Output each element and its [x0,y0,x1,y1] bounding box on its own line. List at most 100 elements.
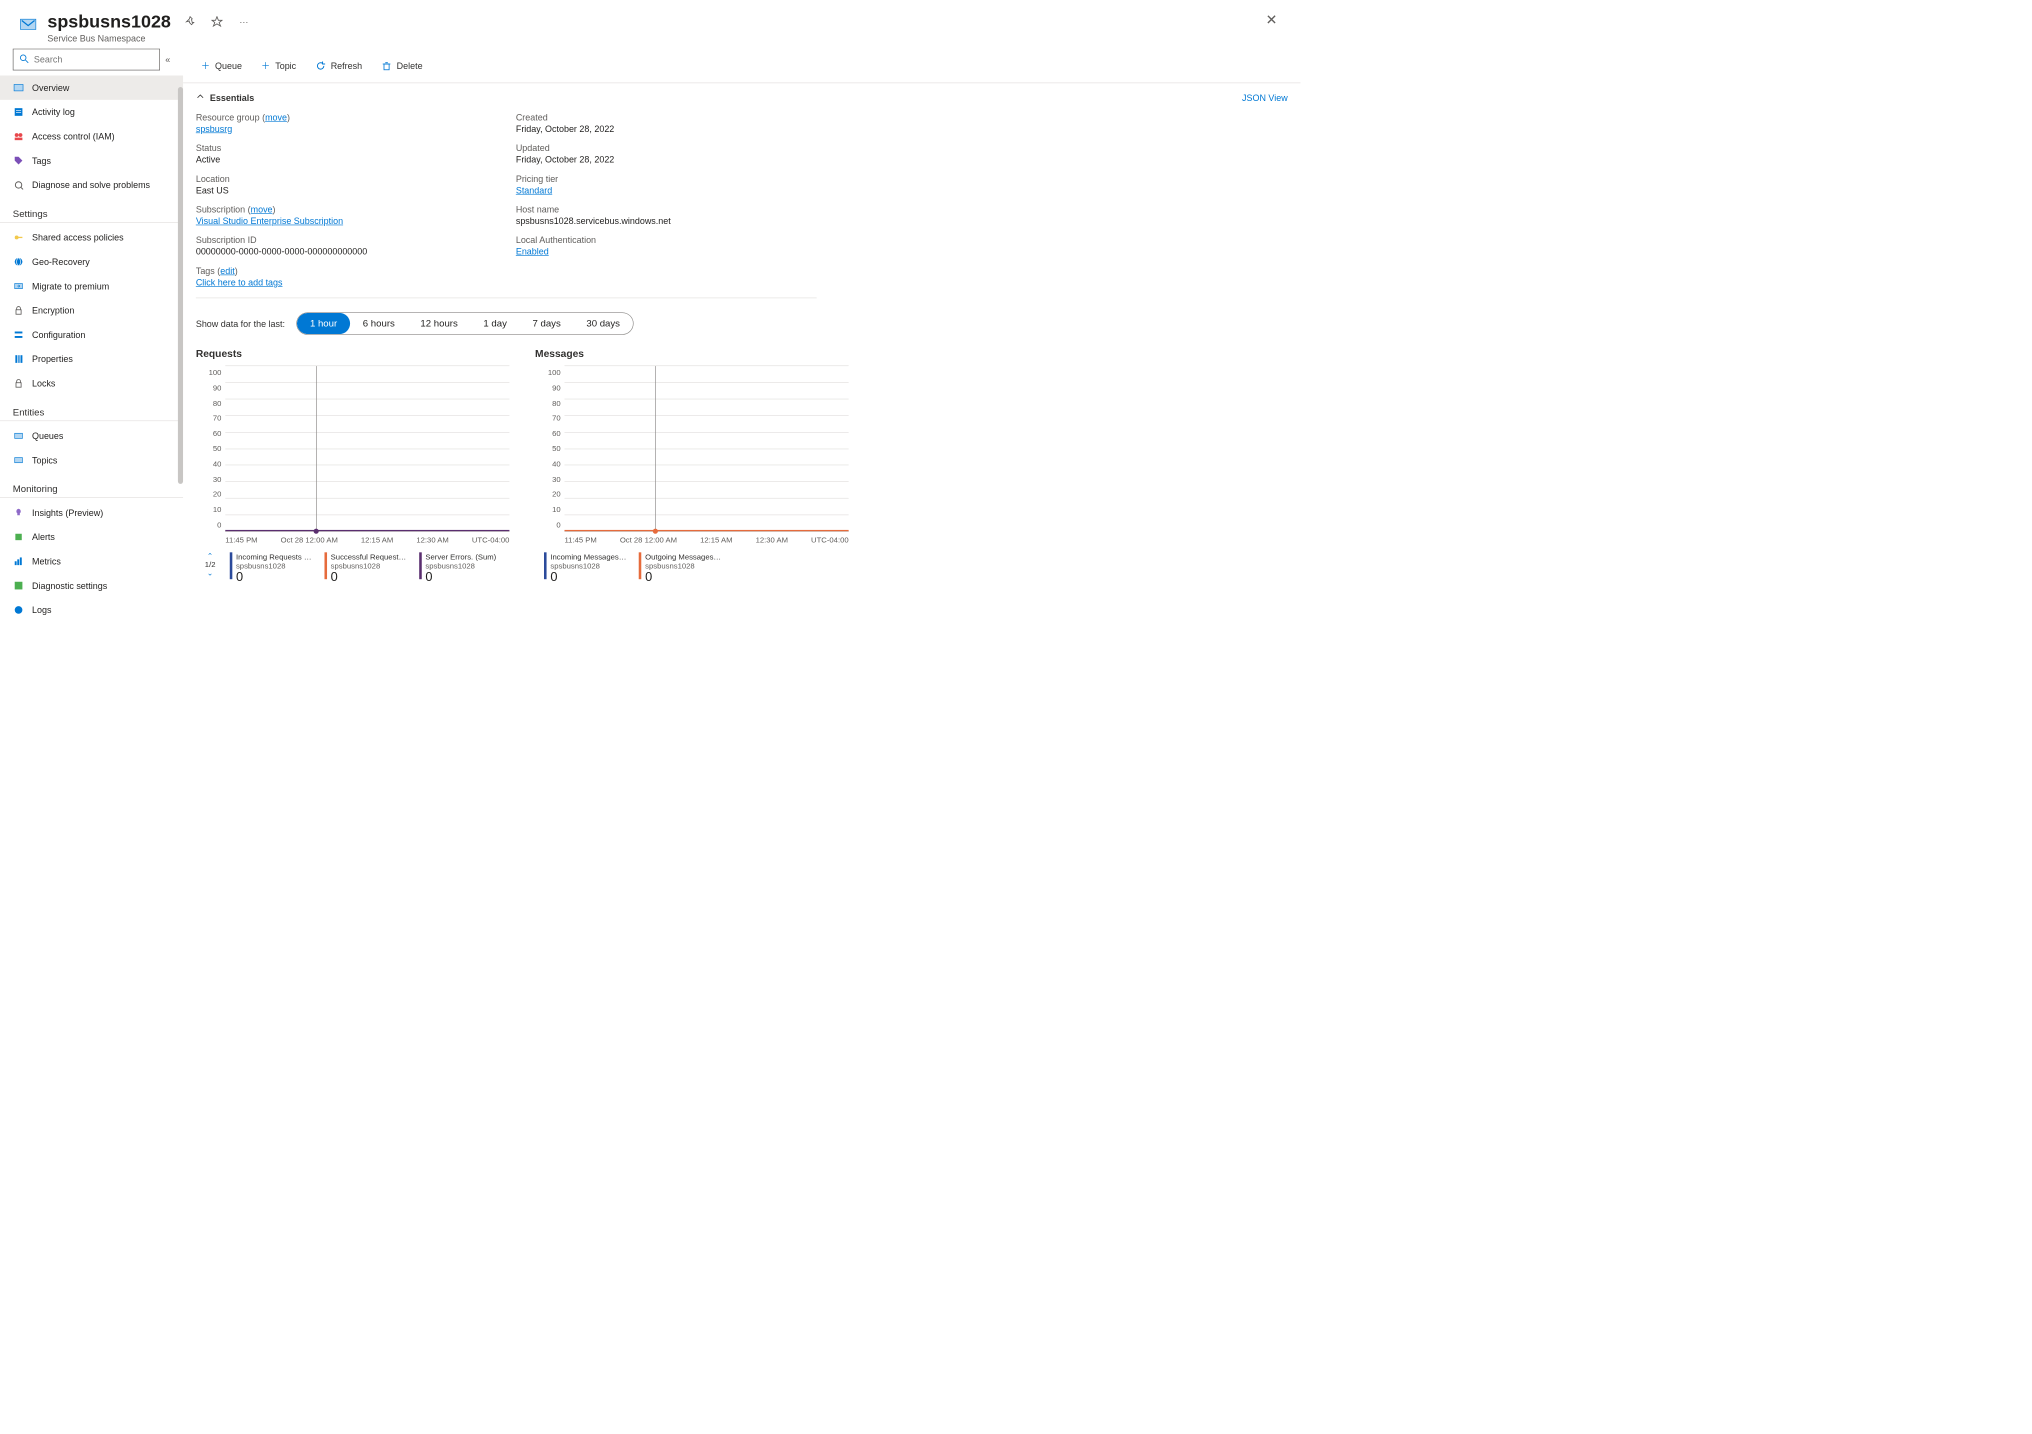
sidebar-item-label: Encryption [32,305,74,315]
topic-button[interactable]: ＋Topic [253,55,303,75]
sidebar-item-diagnose-and-solve-problems[interactable]: Diagnose and solve problems [0,173,183,197]
y-tick: 30 [552,475,561,484]
time-option-12-hours[interactable]: 12 hours [408,313,471,334]
legend-color-bar [230,552,233,579]
local-auth-value[interactable]: Enabled [516,246,817,256]
chevron-up-icon[interactable]: ⌃ [207,552,213,560]
resource-group-value[interactable]: spsbusrg [196,124,497,134]
legend-series-value: 0 [550,570,627,585]
tags-label: Tags (edit) [196,266,817,276]
sidebar-item-tags[interactable]: Tags [0,148,183,172]
y-tick: 0 [556,520,560,529]
search-input-wrap[interactable] [13,49,160,71]
time-option-30-days[interactable]: 30 days [574,313,633,334]
plot-area[interactable] [564,365,848,531]
legend-series-name: Outgoing Messages (Sum) [645,552,722,561]
y-tick: 40 [552,459,561,468]
y-tick: 100 [209,368,222,377]
sidebar-item-configuration[interactable]: Configuration [0,323,183,347]
more-icon[interactable]: ··· [236,14,251,29]
sidebar-item-label: Tags [32,156,51,166]
sidebar-item-label: Metrics [32,556,61,566]
subscription-value[interactable]: Visual Studio Enterprise Subscription [196,216,497,226]
sidebar-item-migrate-to-premium[interactable]: Migrate to premium [0,274,183,298]
time-option-1-hour[interactable]: 1 hour [297,313,350,334]
sidebar-item-encryption[interactable]: Encryption [0,298,183,322]
alerts-icon [13,532,25,542]
legend-color-bar [544,552,547,579]
legend-series-name: Incoming Requests (Sum) [236,552,313,561]
refresh-button[interactable]: Refresh [308,57,370,75]
time-option-1-day[interactable]: 1 day [471,313,520,334]
y-tick: 60 [552,429,561,438]
close-icon[interactable]: ✕ [1266,12,1278,29]
essentials-toggle[interactable]: Essentials [196,92,254,103]
y-tick: 10 [552,505,561,514]
delete-button[interactable]: Delete [374,57,431,75]
legend-series-value: 0 [236,570,313,585]
sidebar-item-topics[interactable]: Topics [0,448,183,472]
trash-icon [381,60,391,70]
x-tick: 11:45 PM [564,536,596,545]
tags-edit-link[interactable]: edit [220,266,234,276]
star-icon[interactable] [209,14,224,29]
time-option-7-days[interactable]: 7 days [520,313,574,334]
pin-icon[interactable] [182,14,197,29]
y-tick: 90 [213,383,222,392]
sidebar-item-overview[interactable]: Overview [0,76,183,100]
essentials-heading: Essentials [210,92,254,102]
sidebar-item-access-control-iam-[interactable]: Access control (IAM) [0,124,183,148]
time-option-6-hours[interactable]: 6 hours [350,313,408,334]
timezone-label: UTC-04:00 [811,536,849,545]
y-tick: 20 [213,490,222,499]
chart-title: Requests [196,349,510,361]
tags-add-link[interactable]: Click here to add tags [196,277,817,287]
search-input[interactable] [34,54,153,64]
sidebar-item-activity-log[interactable]: Activity log [0,100,183,124]
sidebar-item-logs[interactable]: Logs [0,598,183,622]
sidebar-item-label: Activity log [32,107,75,117]
sidebar-item-insights-preview-[interactable]: Insights (Preview) [0,500,183,524]
sidebar-item-label: Properties [32,354,73,364]
legend-series-sub: spsbusns1028 [425,561,496,570]
location-value: East US [196,185,497,195]
sidebar-item-locks[interactable]: Locks [0,371,183,395]
search-icon [20,54,29,65]
json-view-link[interactable]: JSON View [1242,92,1288,102]
scrollbar[interactable] [178,87,183,484]
sidebar-item-properties[interactable]: Properties [0,347,183,371]
collapse-sidebar-icon[interactable]: « [165,54,170,64]
service-bus-icon [18,14,38,34]
pricing-tier-label: Pricing tier [516,173,817,183]
updated-label: Updated [516,143,817,153]
chevron-down-icon[interactable]: ⌄ [207,569,213,577]
sidebar-item-diagnostic-settings[interactable]: Diagnostic settings [0,573,183,597]
subscription-move-link[interactable]: move [251,204,273,214]
config-icon [13,330,25,340]
sidebar-item-label: Access control (IAM) [32,131,115,141]
plot-area[interactable] [225,365,509,531]
sidebar-item-queues[interactable]: Queues [0,424,183,448]
sidebar-item-geo-recovery[interactable]: Geo-Recovery [0,250,183,274]
legend-series-sub: spsbusns1028 [236,561,313,570]
sidebar-item-metrics[interactable]: Metrics [0,549,183,573]
sidebar-item-alerts[interactable]: Alerts [0,525,183,549]
legend-item[interactable]: Outgoing Messages (Sum)spsbusns10280 [639,552,722,585]
created-value: Friday, October 28, 2022 [516,124,817,134]
delete-label: Delete [397,60,423,70]
resource-group-move-link[interactable]: move [265,112,287,122]
sidebar-item-label: Logs [32,605,51,615]
queue-button[interactable]: ＋Queue [193,55,249,75]
y-tick: 20 [552,490,561,499]
legend-item[interactable]: Successful Requests …spsbusns10280 [324,552,407,585]
legend-item[interactable]: Incoming Requests (Sum)spsbusns10280 [230,552,313,585]
sidebar-item-shared-access-policies[interactable]: Shared access policies [0,225,183,249]
legend-item[interactable]: Server Errors. (Sum)spsbusns10280 [419,552,496,585]
resource-group-label: Resource group (move) [196,112,497,122]
pricing-tier-value[interactable]: Standard [516,185,817,195]
legend-item[interactable]: Incoming Messages (Sum)spsbusns10280 [544,552,627,585]
legend-series-name: Server Errors. (Sum) [425,552,496,561]
sidebar: « Overview Activity log Access control (IA… [0,49,183,918]
overview-icon [13,83,25,93]
toolbar: ＋Queue ＋Topic Refresh Delete [183,49,1300,84]
